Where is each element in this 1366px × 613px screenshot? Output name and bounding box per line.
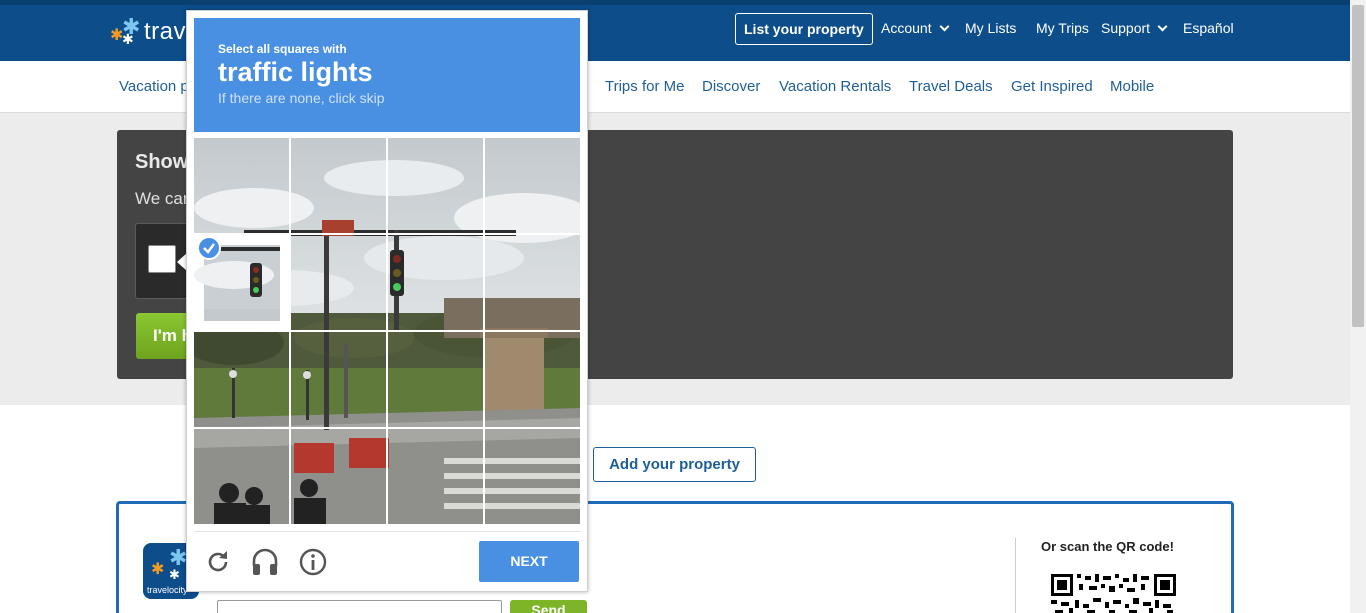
captcha-next-button[interactable]: NEXT — [479, 541, 579, 582]
captcha-footer-divider — [194, 531, 580, 532]
subnav-item-mobile[interactable]: Mobile — [1110, 78, 1154, 95]
divider — [1015, 538, 1016, 613]
scrollbar-thumb[interactable] — [1352, 5, 1364, 327]
captcha-tile-6[interactable] — [291, 235, 386, 330]
qr-label: Or scan the QR code! — [1041, 539, 1174, 554]
captcha-image-grid — [194, 138, 580, 524]
send-link-button[interactable]: Send — [510, 600, 587, 613]
captcha-checkbox[interactable] — [148, 245, 176, 273]
captcha-tile-15[interactable] — [388, 429, 483, 524]
logo-star-icon: ✱ ✱ ✱ — [110, 14, 141, 47]
account-menu[interactable]: Account — [881, 20, 950, 36]
qr-code — [1051, 574, 1176, 613]
audio-icon[interactable] — [249, 546, 281, 578]
subnav-item-get-inspired[interactable]: Get Inspired — [1011, 78, 1093, 95]
captcha-tile-7[interactable] — [388, 235, 483, 330]
captcha-tile-8[interactable] — [485, 235, 580, 330]
captcha-tile-11[interactable] — [388, 332, 483, 427]
captcha-tile-13[interactable] — [194, 429, 289, 524]
subnav-item-trips-for-me[interactable]: Trips for Me — [605, 78, 684, 95]
captcha-tile-9[interactable] — [194, 332, 289, 427]
verification-title: Show — [135, 151, 189, 173]
phone-number-input[interactable] — [217, 600, 502, 613]
subnav-item-discover[interactable]: Discover — [702, 78, 760, 95]
support-menu[interactable]: Support — [1101, 20, 1168, 36]
app-icon-label: travelocity — [147, 585, 188, 595]
chevron-down-icon — [939, 21, 950, 31]
captcha-tile-4[interactable] — [485, 138, 580, 233]
captcha-tile-16[interactable] — [485, 429, 580, 524]
captcha-tile-2[interactable] — [291, 138, 386, 233]
chevron-down-icon — [1157, 21, 1168, 31]
captcha-tile-10[interactable] — [291, 332, 386, 427]
captcha-instruction-line: Select all squares with — [218, 42, 347, 56]
info-icon[interactable] — [297, 546, 329, 578]
account-label: Account — [881, 20, 932, 36]
language-link[interactable]: Español — [1183, 20, 1234, 36]
my-lists-link[interactable]: My Lists — [965, 20, 1016, 36]
captcha-tile-3[interactable] — [388, 138, 483, 233]
my-trips-link[interactable]: My Trips — [1036, 20, 1089, 36]
reload-icon[interactable] — [202, 546, 234, 578]
captcha-tile-1[interactable] — [194, 138, 289, 233]
subnav-item-travel-deals[interactable]: Travel Deals — [909, 78, 993, 95]
captcha-skip-hint: If there are none, click skip — [218, 90, 385, 106]
captcha-target-object: traffic lights — [218, 57, 373, 87]
verification-subtitle: We car — [135, 189, 189, 208]
checkmark-icon — [197, 236, 221, 260]
subnav-item-vacation-rentals[interactable]: Vacation Rentals — [779, 78, 891, 95]
support-label: Support — [1101, 20, 1151, 36]
add-your-property-button[interactable]: Add your property — [593, 447, 756, 482]
captcha-tile-12[interactable] — [485, 332, 580, 427]
captcha-tile-14[interactable] — [291, 429, 386, 524]
subnav-item-vacation-packages[interactable]: Vacation p — [119, 78, 189, 95]
list-your-property-button[interactable]: List your property — [735, 13, 873, 45]
